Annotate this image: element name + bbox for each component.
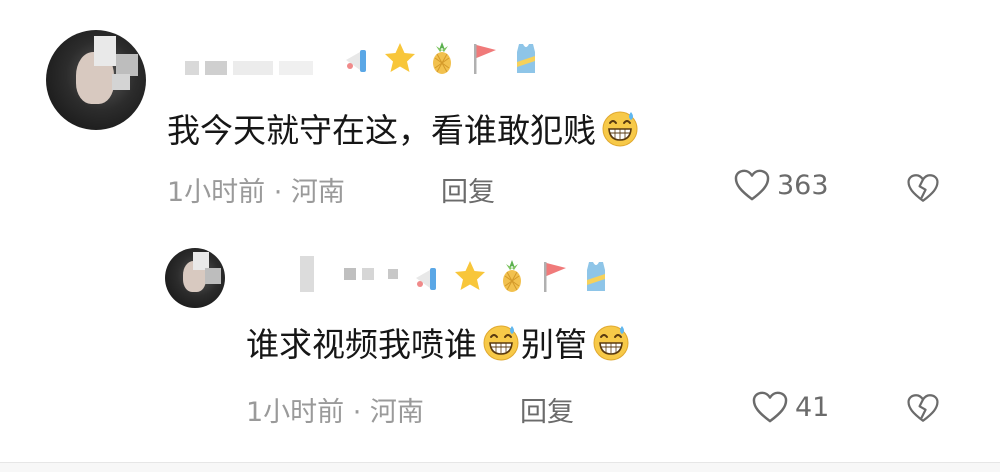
reply-button[interactable]: 回复 [520, 390, 574, 429]
like-button[interactable]: 41 [751, 390, 829, 424]
flag-icon [544, 262, 566, 292]
megaphone-icon [416, 268, 436, 290]
comment-text: 我今天就守在这，看谁敢犯贱 [167, 106, 640, 150]
comment-text-part2: 别管 [521, 325, 587, 364]
comment-text: 谁求视频我喷谁 别管 [246, 320, 631, 364]
broken-heart-icon[interactable] [906, 391, 940, 425]
avatar[interactable] [46, 30, 146, 130]
broken-heart-icon[interactable] [906, 171, 940, 205]
avatar[interactable] [165, 248, 225, 308]
grinning-sweat-emoji-icon [591, 322, 631, 362]
badge-row [410, 258, 614, 294]
like-count: 363 [777, 169, 829, 201]
pixelation [116, 54, 138, 76]
heart-icon [733, 168, 771, 202]
pineapple-icon [503, 260, 521, 292]
megaphone-icon [346, 50, 366, 72]
username-redacted[interactable] [185, 56, 313, 80]
time-location: 1小时前 · 河南 [246, 397, 424, 428]
comment-text-part1: 谁求视频我喷谁 [246, 325, 477, 364]
username-redacted[interactable] [300, 256, 398, 292]
flag-icon [474, 44, 496, 74]
like-count: 41 [795, 391, 830, 423]
tanktop-icon [587, 262, 605, 291]
star-icon [385, 43, 415, 72]
heart-icon [751, 390, 789, 424]
like-button[interactable]: 363 [733, 168, 829, 202]
star-icon [455, 261, 485, 290]
pineapple-icon [433, 42, 451, 74]
tanktop-icon [517, 44, 535, 73]
grinning-sweat-emoji-icon [481, 322, 521, 362]
pixelation [112, 74, 130, 90]
badge-row [340, 40, 544, 76]
comment-text-content: 我今天就守在这，看谁敢犯贱 [167, 111, 596, 150]
reply-button[interactable]: 回复 [441, 170, 495, 209]
time-location: 1小时前 · 河南 [167, 177, 345, 208]
pixelation [94, 36, 116, 66]
grinning-sweat-emoji-icon [600, 108, 640, 148]
pixelation [205, 268, 221, 284]
